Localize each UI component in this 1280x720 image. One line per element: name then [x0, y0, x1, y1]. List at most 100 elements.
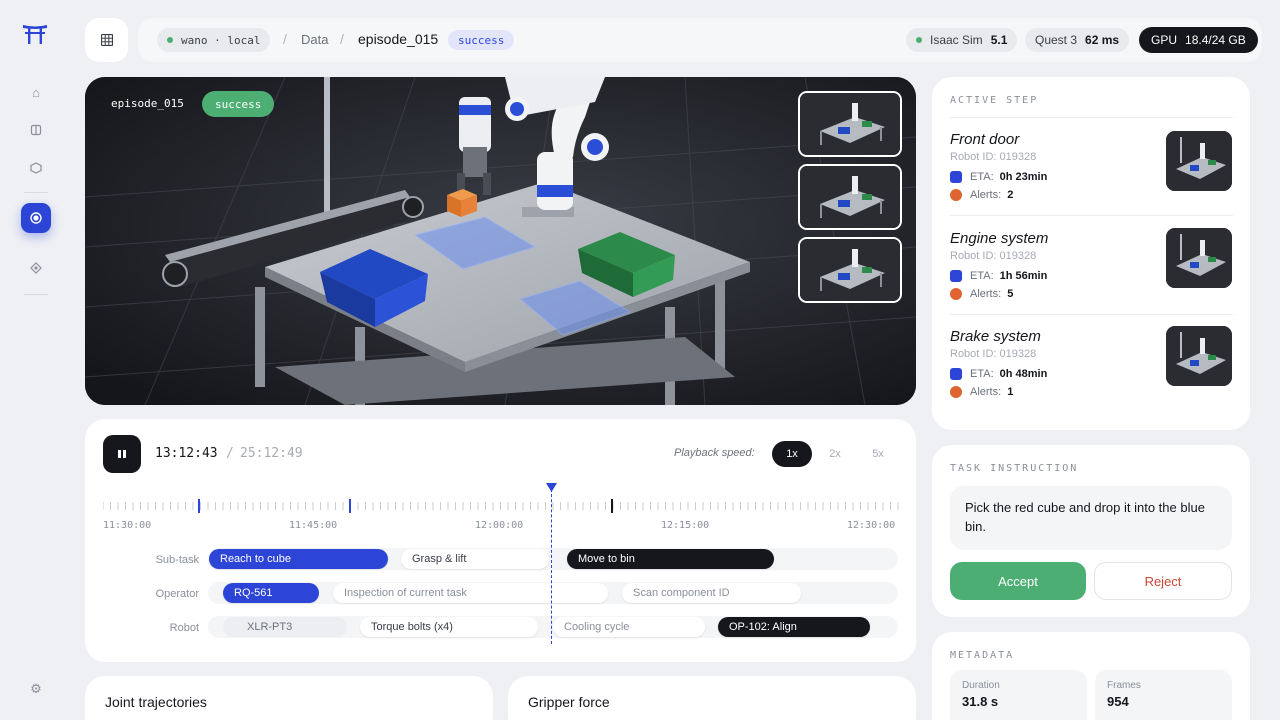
- alert-dot-icon: [950, 288, 962, 300]
- camera-thumbnail-2[interactable]: [798, 164, 902, 230]
- robot-op-102[interactable]: OP-102: Align: [718, 617, 870, 637]
- subtask-grasp-lift[interactable]: Grasp & lift: [401, 549, 549, 569]
- instruction-text: Pick the red cube and drop it into the b…: [950, 486, 1232, 550]
- step-robot-id: Robot ID: 019328: [950, 348, 1037, 360]
- alert-dot-icon: [950, 386, 962, 398]
- tick-label: 12:00:00: [475, 520, 524, 531]
- task-instruction-card: TASK INSTRUCTION Pick the red cube and d…: [932, 445, 1250, 617]
- grid-icon: [100, 34, 113, 46]
- timeline-ruler[interactable]: [103, 497, 899, 515]
- operator-track: RQ-561 Inspection of current task Scan c…: [208, 582, 898, 604]
- host-chip-label: wano · local: [181, 33, 261, 47]
- robot-row-label: Robot: [169, 622, 199, 634]
- playhead-line[interactable]: [551, 484, 552, 644]
- torii-logo-icon[interactable]: [22, 22, 48, 44]
- subtask-move-to-bin[interactable]: Move to bin: [567, 549, 774, 569]
- tick-label: 11:30:00: [103, 520, 152, 531]
- box-icon[interactable]: [21, 153, 51, 183]
- left-rail: ⌂ ⚙: [0, 0, 70, 720]
- active-step-card: ACTIVE STEP Front door Robot ID: 019328 …: [932, 77, 1250, 430]
- host-chip[interactable]: wano · local: [157, 28, 271, 52]
- top-bar: wano · local / Data / episode_015 succes…: [138, 18, 1262, 62]
- camera-thumbnail-1[interactable]: [798, 91, 902, 157]
- eta-label: ETA:: [970, 368, 994, 380]
- gpu-chip[interactable]: GPU 18.4/24 GB: [1139, 27, 1258, 53]
- eta-value: 0h 48min: [999, 368, 1048, 380]
- tick-label: 12:15:00: [661, 520, 710, 531]
- pause-icon: [118, 450, 126, 458]
- viewport-status-badge: success: [202, 91, 275, 117]
- speed-5x-button[interactable]: 5x: [858, 441, 898, 467]
- alert-dot-icon: [950, 189, 962, 201]
- playhead-handle[interactable]: [546, 483, 557, 492]
- accept-button[interactable]: Accept: [950, 562, 1086, 600]
- section-title: METADATA: [950, 650, 1015, 661]
- step-item[interactable]: Engine system Robot ID: 019328 ETA: 1h 56…: [950, 228, 1233, 300]
- isaac-sim-chip[interactable]: Isaac Sim 5.1: [906, 28, 1018, 52]
- operator-inspection[interactable]: Inspection of current task: [333, 583, 608, 603]
- step-name: Engine system: [950, 230, 1049, 247]
- step-robot-id: Robot ID: 019328: [950, 151, 1037, 163]
- total-time: 25:12:49: [240, 446, 303, 461]
- step-item[interactable]: Front door Robot ID: 019328 ETA: 0h 23min…: [950, 131, 1233, 201]
- record-icon[interactable]: [21, 203, 51, 233]
- home-icon[interactable]: ⌂: [21, 77, 51, 107]
- breadcrumb-data[interactable]: Data: [301, 32, 328, 47]
- robot-track: XLR-PT3 Torque bolts (x4) Cooling cycle …: [208, 616, 898, 638]
- eta-value: 1h 56min: [999, 270, 1048, 282]
- divider: [950, 314, 1233, 315]
- robot-xlr-pt3[interactable]: XLR-PT3: [223, 617, 347, 637]
- status-badge: success: [448, 30, 515, 50]
- gpu-label: GPU: [1151, 33, 1178, 47]
- step-thumbnail: [1166, 326, 1232, 386]
- quest-chip[interactable]: Quest 3 62 ms: [1025, 28, 1130, 52]
- alerts-label: Alerts:: [970, 288, 1002, 300]
- operator-scan-id[interactable]: Scan component ID: [622, 583, 801, 603]
- tick-label: 12:30:00: [847, 520, 896, 531]
- tick-label: 11:45:00: [289, 520, 338, 531]
- duration-label: Duration: [962, 680, 1000, 691]
- sim-label: Isaac Sim: [930, 33, 983, 47]
- reject-button[interactable]: Reject: [1094, 562, 1232, 600]
- pause-button[interactable]: [103, 435, 141, 473]
- robot-torque-bolts[interactable]: Torque bolts (x4): [360, 617, 538, 637]
- divider: [950, 117, 1233, 118]
- metadata-card: METADATA Duration 31.8 s Frames 954: [932, 632, 1250, 720]
- speed-2x-button[interactable]: 2x: [815, 441, 855, 467]
- section-title: TASK INSTRUCTION: [950, 463, 1079, 474]
- viewport-episode-label: episode_015: [111, 97, 184, 110]
- step-name: Brake system: [950, 328, 1041, 345]
- step-item[interactable]: Brake system Robot ID: 019328 ETA: 0h 48m…: [950, 326, 1233, 398]
- step-robot-id: Robot ID: 019328: [950, 250, 1037, 262]
- grid-menu-button[interactable]: [85, 18, 128, 62]
- alerts-value: 2: [1007, 189, 1014, 201]
- breadcrumb-separator: /: [340, 31, 344, 47]
- simulation-viewport[interactable]: episode_015 success: [85, 77, 916, 405]
- step-name: Front door: [950, 131, 1020, 148]
- camera-thumbnail-3[interactable]: [798, 237, 902, 303]
- operator-rq-561[interactable]: RQ-561: [223, 583, 319, 603]
- rail-divider: [24, 294, 48, 295]
- settings-icon[interactable]: ⚙: [27, 681, 45, 699]
- divider: [950, 215, 1233, 216]
- eta-value: 0h 23min: [999, 171, 1048, 183]
- joint-trajectories-card: Joint trajectories: [85, 676, 493, 720]
- robot-cooling-cycle[interactable]: Cooling cycle: [553, 617, 705, 637]
- speed-1x-button[interactable]: 1x: [772, 441, 812, 467]
- playback-speed-label: Playback speed:: [674, 447, 755, 459]
- layers-icon[interactable]: [21, 115, 51, 145]
- subtask-track: Reach to cube Grasp & lift Move to bin: [208, 548, 898, 570]
- breadcrumb-separator: /: [283, 31, 287, 47]
- current-time: 13:12:43: [155, 446, 218, 461]
- frames-value: 954: [1107, 694, 1129, 709]
- rail-divider: [24, 192, 48, 193]
- eta-square-icon: [950, 270, 962, 282]
- eta-square-icon: [950, 368, 962, 380]
- playback-panel: 13:12:43 / 25:12:49 Playback speed: 1x 2…: [85, 419, 916, 662]
- subtask-reach-to-cube[interactable]: Reach to cube: [209, 549, 388, 569]
- quest-latency: 62 ms: [1085, 33, 1120, 47]
- eta-label: ETA:: [970, 270, 994, 282]
- alerts-value: 5: [1007, 288, 1014, 300]
- diamond-icon[interactable]: [21, 253, 51, 283]
- eta-square-icon: [950, 171, 962, 183]
